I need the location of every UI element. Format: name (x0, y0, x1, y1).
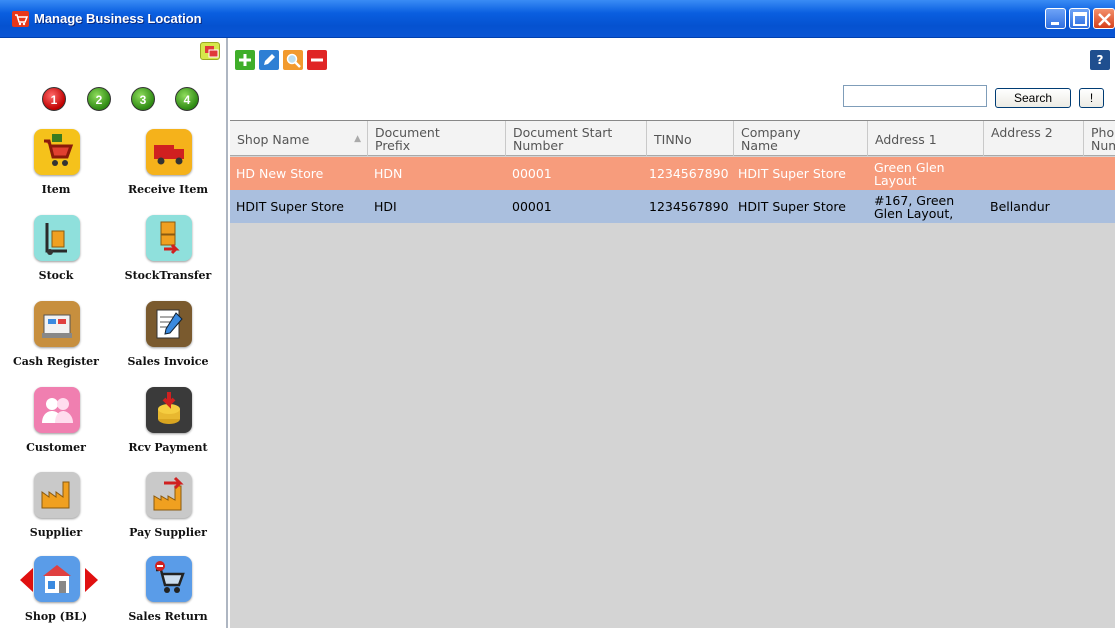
column-header-address-2[interactable]: Address 2 (984, 121, 1084, 156)
sidebar-item-customer[interactable]: Customer (6, 387, 106, 467)
cell-tinno: 1234567890 (649, 199, 729, 214)
cell-document-prefix: HDI (374, 199, 397, 214)
delete-icon[interactable] (307, 50, 327, 70)
sidebar-item-shop-bl[interactable]: Shop (BL) (6, 556, 106, 628)
search-button[interactable]: Search (995, 88, 1071, 108)
cash-register-icon (34, 301, 80, 347)
edit-icon[interactable] (259, 50, 279, 70)
step-1-badge[interactable]: 1 (42, 87, 66, 111)
toolbar: ? Search ! (230, 38, 1115, 120)
table-row[interactable]: HDIT Super Store HDI 00001 1234567890 HD… (230, 190, 1115, 223)
sidebar-item-cash-register[interactable]: Cash Register (6, 301, 106, 381)
arrow-right-icon (85, 568, 98, 592)
sidebar-item-label: Sales Invoice (127, 355, 209, 368)
column-header-shop-name[interactable]: Shop Name ▲ (230, 121, 368, 156)
column-header-document-start-number[interactable]: Document Start Number (506, 121, 647, 156)
people-icon (34, 387, 80, 433)
minimize-icon[interactable] (1045, 8, 1066, 29)
cell-document-prefix: HDN (374, 166, 403, 181)
column-header-address-1[interactable]: Address 1 (868, 121, 984, 156)
sidebar-item-rcv-payment[interactable]: Rcv Payment (118, 387, 218, 467)
sidebar-item-label: Stock (38, 269, 74, 282)
help-button[interactable]: ? (1090, 50, 1110, 70)
cell-shop-name: HDIT Super Store (236, 199, 344, 214)
cell-shop-name: HD New Store (236, 166, 324, 181)
cell-tinno: 1234567890 (649, 166, 729, 181)
column-header-tinno[interactable]: TINNo (647, 121, 734, 156)
add-icon[interactable] (235, 50, 255, 70)
cart-icon (12, 11, 29, 27)
sidebar-item-label: Customer (26, 441, 86, 454)
sidebar-item-label: Rcv Payment (128, 441, 208, 454)
hand-truck-icon (34, 215, 80, 261)
cell-document-start-number: 00001 (512, 199, 552, 214)
sidebar-item-label: Item (41, 183, 71, 196)
sidebar-item-label: Sales Return (128, 610, 208, 623)
delivery-truck-icon (146, 129, 192, 175)
column-header-label: Shop Name (237, 132, 310, 147)
title-bar: Manage Business Location (0, 0, 1115, 38)
cell-company-name: HDIT Super Store (738, 166, 846, 181)
sort-ascending-icon: ▲ (354, 134, 361, 144)
grid-header: Shop Name ▲ Document Prefix Document Sta… (230, 121, 1115, 156)
search-input[interactable] (843, 85, 987, 107)
shopping-cart-icon (34, 129, 80, 175)
sidebar-item-label: Cash Register (13, 355, 99, 368)
cell-phone-number (1084, 190, 1115, 223)
sidebar-item-sales-return[interactable]: Sales Return (118, 556, 218, 628)
boxes-transfer-icon (146, 215, 192, 261)
sidebar-item-stocktransfer[interactable]: StockTransfer (118, 215, 218, 295)
step-4-badge[interactable]: 4 (175, 87, 199, 111)
factory-icon (34, 472, 80, 518)
maximize-icon[interactable] (1069, 8, 1090, 29)
table-row[interactable]: HD New Store HDN 00001 1234567890 HDIT S… (230, 157, 1115, 190)
sidebar-item-stock[interactable]: Stock (6, 215, 106, 295)
invoice-pen-icon (146, 301, 192, 347)
column-header-phone-number[interactable]: Phone Number (1084, 121, 1115, 156)
sidebar: 1 2 3 4 Item Receive Item Stock StockTra… (0, 38, 228, 628)
sidebar-item-pay-supplier[interactable]: Pay Supplier (118, 472, 218, 552)
cell-document-start-number: 00001 (512, 166, 552, 181)
cell-address-2: Bellandur (990, 199, 1050, 214)
cell-address-2 (984, 157, 1084, 190)
cell-phone-number (1084, 157, 1115, 190)
sidebar-item-sales-invoice[interactable]: Sales Invoice (118, 301, 218, 381)
sidebar-item-label: Pay Supplier (129, 526, 207, 539)
exclamation-button[interactable]: ! (1079, 88, 1104, 108)
step-3-badge[interactable]: 3 (131, 87, 155, 111)
sidebar-item-label: StockTransfer (124, 269, 212, 282)
column-header-document-prefix[interactable]: Document Prefix (368, 121, 506, 156)
column-header-company-name[interactable]: Company Name (734, 121, 868, 156)
cell-company-name: HDIT Super Store (738, 199, 846, 214)
cell-address-1: Green Glen Layout (874, 159, 945, 188)
sidebar-item-label: Supplier (29, 526, 83, 539)
sidebar-item-label: Shop (BL) (24, 610, 88, 623)
cell-address-1: #167, Green Glen Layout, (874, 192, 955, 221)
shop-icon (34, 556, 80, 602)
cart-return-icon (146, 556, 192, 602)
close-icon[interactable] (1093, 8, 1115, 29)
sidebar-item-receive-item[interactable]: Receive Item (118, 129, 218, 209)
factory-arrow-icon (146, 472, 192, 518)
arrow-left-icon (20, 568, 33, 592)
coins-icon (146, 387, 192, 433)
find-icon[interactable] (283, 50, 303, 70)
data-grid: Shop Name ▲ Document Prefix Document Sta… (230, 120, 1115, 628)
step-2-badge[interactable]: 2 (87, 87, 111, 111)
window-title: Manage Business Location (34, 11, 202, 26)
collapse-sidebar-icon[interactable] (200, 42, 220, 60)
sidebar-item-item[interactable]: Item (6, 129, 106, 209)
sidebar-item-label: Receive Item (127, 183, 209, 196)
sidebar-item-supplier[interactable]: Supplier (6, 472, 106, 552)
